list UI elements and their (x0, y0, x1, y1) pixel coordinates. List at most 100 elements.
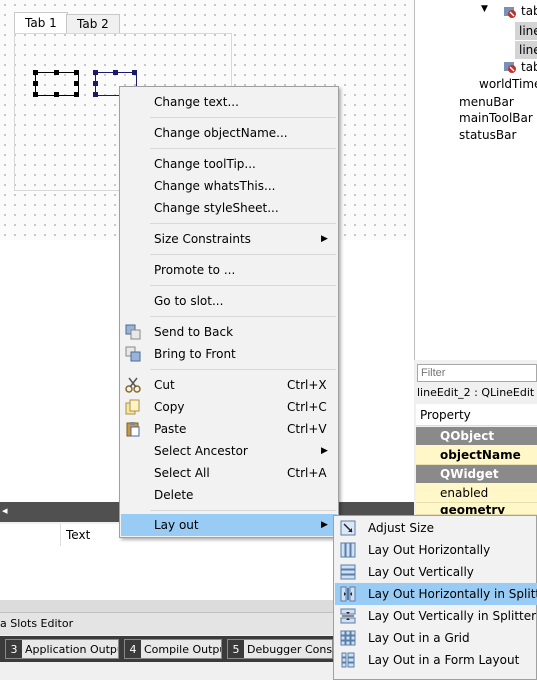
vertical-splitter-icon (340, 608, 356, 624)
resize-handle[interactable] (93, 81, 98, 86)
tree-item-line[interactable]: line (515, 22, 537, 40)
menu-delete[interactable]: Delete (121, 484, 337, 506)
expand-arrow-icon[interactable]: ▼ (481, 4, 488, 14)
resize-handle[interactable] (54, 92, 59, 97)
menu-cut[interactable]: Cut Ctrl+X (121, 374, 337, 396)
compile-output-button[interactable]: 4Compile Output (124, 639, 222, 659)
menu-size-constraints[interactable]: Size Constraints ▶ (121, 228, 337, 250)
resize-handle[interactable] (74, 81, 79, 86)
output-number: 4 (125, 640, 141, 658)
send-to-back-icon (125, 324, 141, 340)
menu-lay-out-in-a-grid[interactable]: Lay Out in a Grid (335, 627, 537, 649)
menu-change-whatsthis[interactable]: Change whatsThis... (121, 175, 337, 197)
property-filter-input[interactable] (417, 364, 537, 382)
menu-lay-out[interactable]: Lay out ▶ (121, 514, 337, 536)
object-inspector: ▼ tab line line tab worldTime menuBar ma… (414, 0, 537, 360)
menu-label: Lay Out in a Form Layout (368, 653, 520, 667)
menu-send-to-back[interactable]: Send to Back (121, 321, 337, 343)
menu-promote-to[interactable]: Promote to ... (121, 259, 337, 281)
menu-separator (150, 223, 336, 224)
property-column-header: Property (416, 404, 537, 426)
tree-item-statusbar[interactable]: statusBar (459, 128, 516, 142)
resize-handle[interactable] (74, 70, 79, 75)
property-enabled[interactable]: enabled (416, 483, 537, 503)
resize-handle[interactable] (132, 70, 137, 75)
menu-label: Adjust Size (368, 521, 434, 535)
menu-label: Go to slot... (154, 294, 224, 308)
menu-label: Promote to ... (154, 263, 236, 277)
resize-handle[interactable] (33, 92, 38, 97)
menu-label: Lay Out Vertically in Splitter (368, 609, 537, 623)
application-output-button[interactable]: 3 Application Output (5, 639, 119, 659)
tree-item-tab[interactable]: tab (521, 4, 537, 18)
tab-2[interactable]: Tab 2 (66, 14, 120, 34)
menu-label: Lay Out Horizontally in Splitter (368, 587, 537, 601)
line-edit-1[interactable] (33, 70, 79, 97)
tree-item-tab[interactable]: tab (521, 60, 537, 74)
menu-copy[interactable]: Copy Ctrl+C (121, 396, 337, 418)
resize-handle[interactable] (74, 92, 79, 97)
menu-shortcut: Ctrl+V (287, 422, 327, 436)
menu-paste[interactable]: Paste Ctrl+V (121, 418, 337, 440)
resize-handle[interactable] (33, 70, 38, 75)
selected-object-label: lineEdit_2 : QLineEdit (417, 386, 535, 399)
submenu-arrow-icon: ▶ (321, 520, 328, 530)
menu-label: Change text... (154, 95, 239, 109)
menu-label: Change styleSheet... (154, 201, 279, 215)
menu-separator (150, 117, 336, 118)
debugger-console-button[interactable]: 5Debugger Console (227, 639, 333, 659)
menu-label: Bring to Front (154, 347, 236, 361)
menu-adjust-size[interactable]: Adjust Size (335, 517, 537, 539)
output-number: 3 (6, 640, 22, 658)
scissors-icon (125, 377, 141, 393)
tree-item-line[interactable]: line (515, 41, 537, 59)
submenu-arrow-icon: ▶ (321, 234, 328, 244)
context-menu: Change text... Change objectName... Chan… (119, 86, 339, 538)
form-layout-icon (340, 652, 356, 668)
menu-lay-out-horizontally-in-splitter[interactable]: Lay Out Horizontally in Splitter (335, 583, 537, 605)
group-qwidget[interactable]: QWidget (416, 465, 537, 483)
menu-lay-out-vertically[interactable]: Lay Out Vertically (335, 561, 537, 583)
menu-label: Size Constraints (154, 232, 251, 246)
menu-select-ancestor[interactable]: Select Ancestor ▶ (121, 440, 337, 462)
tab-1[interactable]: Tab 1 (14, 12, 68, 34)
menu-bring-to-front[interactable]: Bring to Front (121, 343, 337, 365)
menu-label: Select All (154, 466, 210, 480)
bring-to-front-icon (125, 346, 141, 362)
tree-item-menubar[interactable]: menuBar (459, 95, 514, 109)
menu-go-to-slot[interactable]: Go to slot... (121, 290, 337, 312)
resize-handle[interactable] (113, 70, 118, 75)
menu-change-text[interactable]: Change text... (121, 91, 337, 113)
menu-lay-out-in-a-form-layout[interactable]: Lay Out in a Form Layout (335, 649, 537, 671)
adjust-size-icon (340, 520, 356, 536)
menu-lay-out-horizontally[interactable]: Lay Out Horizontally (335, 539, 537, 561)
horizontal-splitter-icon (340, 586, 356, 602)
menu-shortcut: Ctrl+C (287, 400, 327, 414)
menu-label: Select Ancestor (154, 444, 248, 458)
resize-handle[interactable] (93, 70, 98, 75)
menu-change-tooltip[interactable]: Change toolTip... (121, 153, 337, 175)
menu-label: Paste (154, 422, 187, 436)
menu-label: Change objectName... (154, 126, 288, 140)
menu-select-all[interactable]: Select All Ctrl+A (121, 462, 337, 484)
grid-layout-icon (340, 630, 356, 646)
property-objectname[interactable]: objectName (416, 445, 537, 465)
tree-item-maintoolbar[interactable]: mainToolBar (459, 111, 533, 125)
tree-item-worldtime[interactable]: worldTime (479, 77, 537, 91)
property-geometry[interactable]: geometry (416, 503, 537, 515)
dock-arrow-icon[interactable]: ◂ (2, 504, 8, 517)
menu-change-objectname[interactable]: Change objectName... (121, 122, 337, 144)
menu-change-stylesheet[interactable]: Change styleSheet... (121, 197, 337, 219)
layout-submenu: Adjust Size Lay Out Horizontally Lay Out… (333, 515, 537, 680)
resize-handle[interactable] (93, 92, 98, 97)
menu-label: Send to Back (154, 325, 234, 339)
column-text[interactable]: Text (66, 528, 90, 542)
group-qobject[interactable]: QObject (416, 427, 537, 445)
resize-handle[interactable] (33, 81, 38, 86)
widget-icon (503, 60, 517, 77)
tab-slots-editor[interactable]: a Slots Editor (0, 617, 73, 630)
resize-handle[interactable] (54, 70, 59, 75)
menu-label: Lay Out in a Grid (368, 631, 470, 645)
horizontal-layout-icon (340, 542, 356, 558)
menu-lay-out-vertically-in-splitter[interactable]: Lay Out Vertically in Splitter (335, 605, 537, 627)
